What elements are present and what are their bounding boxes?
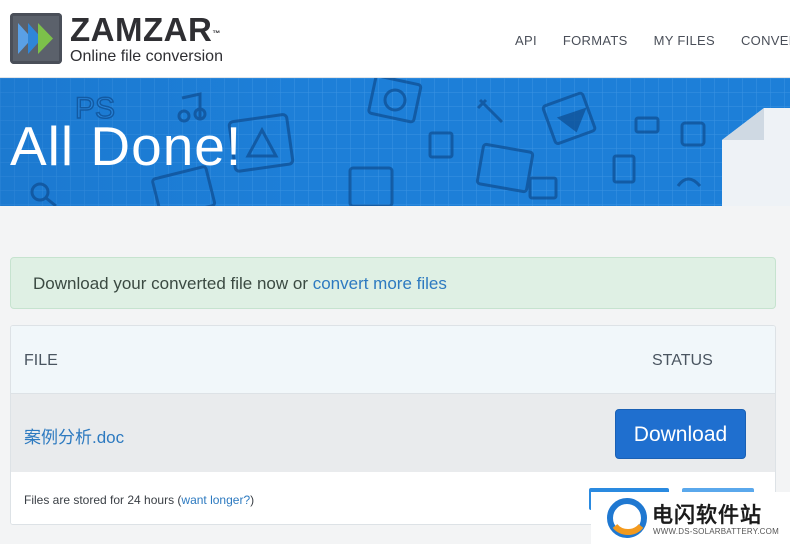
column-header-status: STATUS — [652, 352, 713, 369]
convert-more-files-link[interactable]: convert more files — [313, 274, 447, 293]
main-nav: API FORMATS MY FILES CONVERTER — [515, 33, 790, 48]
watermark-url: WWW.DS-SOLARBATTERY.COM — [653, 527, 779, 536]
brand-name: ZAMZAR™ — [70, 11, 221, 48]
nav-formats[interactable]: FORMATS — [563, 33, 628, 48]
nav-my-files[interactable]: MY FILES — [654, 33, 715, 48]
brand-tagline: Online file conversion — [70, 48, 223, 65]
watermark-logo-icon — [607, 498, 647, 538]
top-navigation-bar: ZAMZAR™ Online file conversion API FORMA… — [0, 0, 790, 78]
nav-api[interactable]: API — [515, 33, 537, 48]
want-longer-link[interactable]: want longer? — [181, 493, 250, 507]
storage-note: Files are stored for 24 hours (want long… — [24, 493, 255, 507]
site-watermark: 电闪软件站 WWW.DS-SOLARBATTERY.COM — [591, 492, 790, 544]
table-row: 案例分析.doc Download — [11, 394, 775, 472]
zamzar-logo-icon — [10, 13, 62, 64]
alert-text: Download your converted file now or — [33, 274, 313, 293]
success-alert: Download your converted file now or conv… — [10, 257, 776, 309]
table-header: FILE STATUS — [11, 326, 775, 394]
watermark-title: 电闪软件站 — [652, 504, 762, 527]
hero-title: All Done! — [10, 115, 243, 177]
column-header-file: FILE — [24, 352, 58, 369]
download-button[interactable]: Download — [615, 409, 746, 459]
trademark-symbol: ™ — [212, 29, 221, 38]
file-name-link[interactable]: 案例分析.doc — [24, 423, 124, 448]
nav-converter[interactable]: CONVERTER — [741, 33, 790, 48]
zamzar-logo[interactable]: ZAMZAR™ Online file conversion — [10, 13, 223, 66]
hero-banner: PS All Done! — [0, 78, 790, 206]
